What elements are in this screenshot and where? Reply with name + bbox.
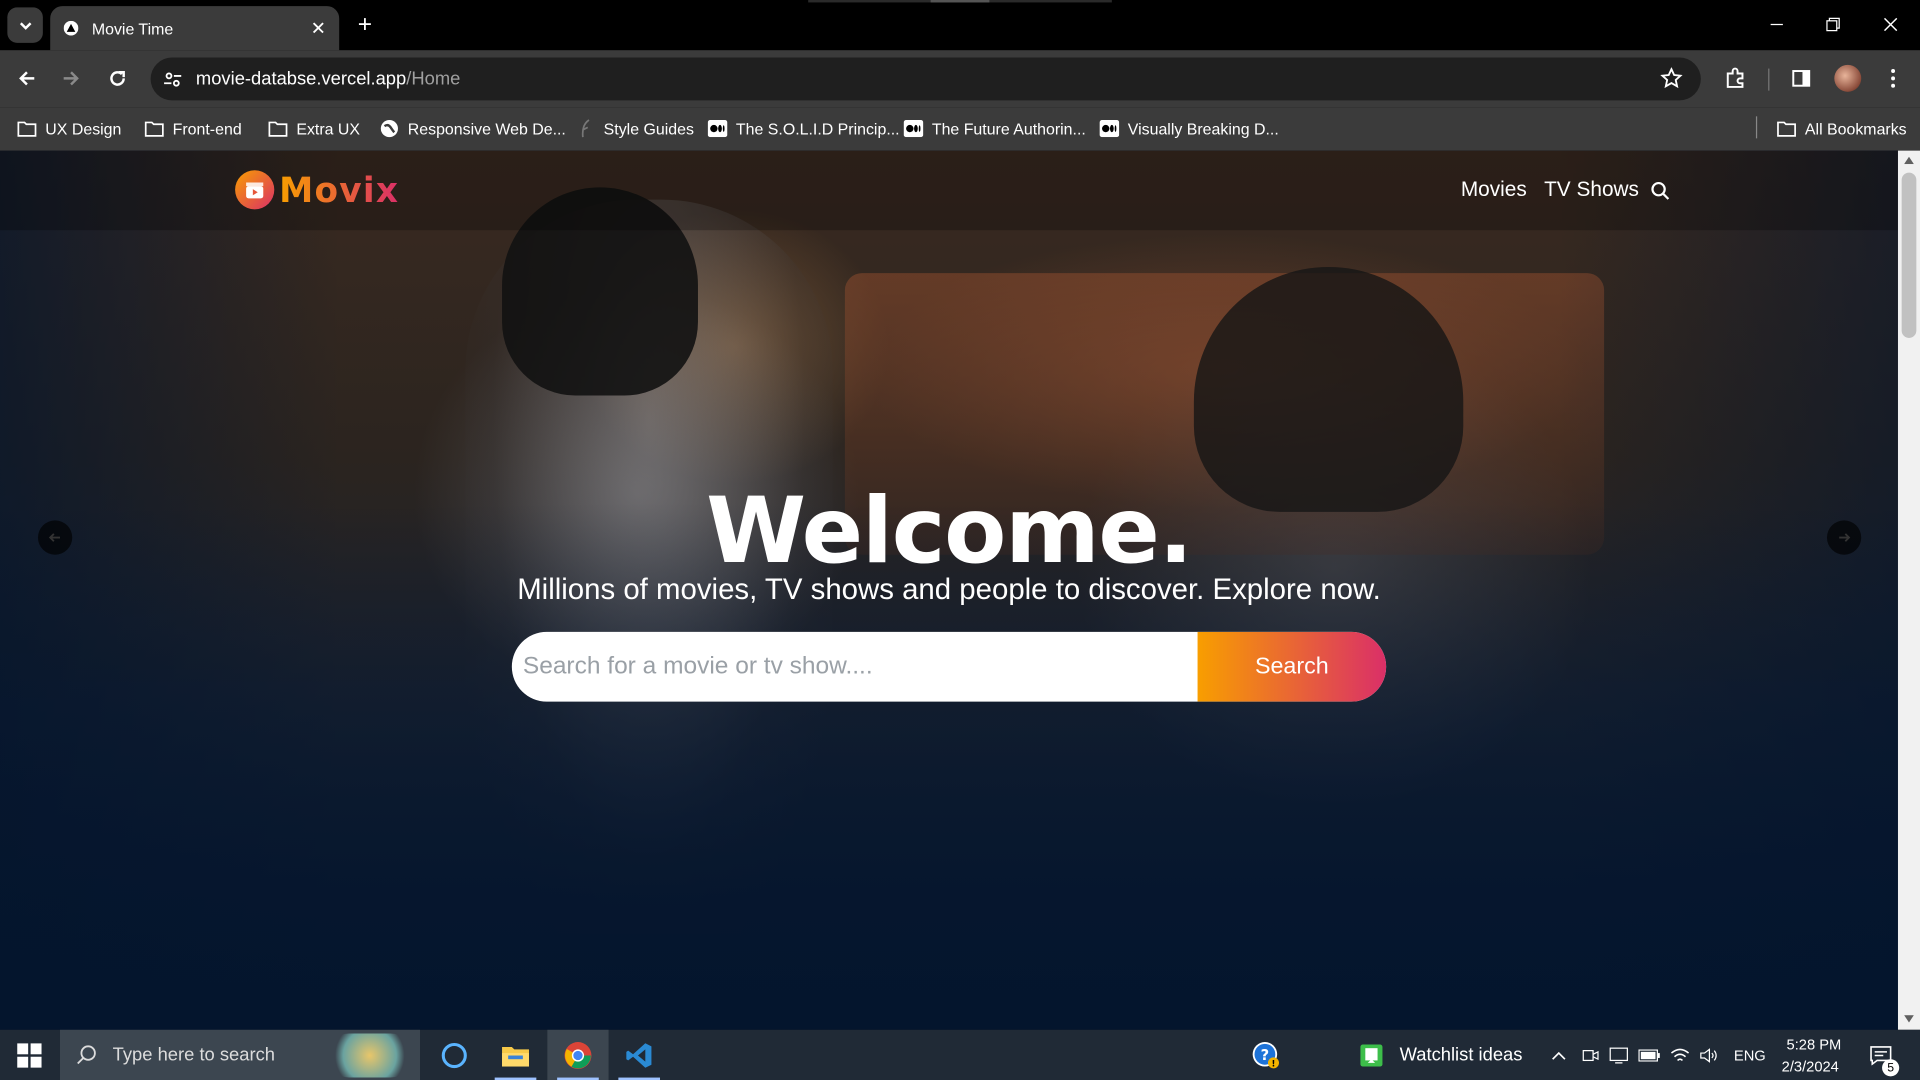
movix-page: Movix Movies TV Shows Welcome. Millions … — [0, 150, 1898, 1030]
clock-time[interactable]: 5:28 PM — [1787, 1036, 1842, 1053]
bookmark-label: Style Guides — [603, 119, 694, 138]
site-header: Movix Movies TV Shows — [0, 150, 1898, 231]
tab-title: Movie Time — [91, 18, 174, 38]
nav-tv-shows[interactable]: TV Shows — [1544, 178, 1639, 202]
watchlist-label: Watchlist ideas — [1399, 1044, 1523, 1066]
bookmark-ux-design[interactable]: UX Design — [17, 115, 121, 142]
meet-camera-icon[interactable] — [1577, 1030, 1604, 1080]
url-path: /Home — [406, 68, 461, 90]
toolbar-divider — [1768, 68, 1770, 91]
search-highlight-art-icon — [326, 1033, 413, 1078]
url-text: movie-databse.vercel.app/Home — [196, 69, 460, 90]
bookmark-label: UX Design — [45, 119, 122, 138]
battery-icon[interactable] — [1635, 1030, 1664, 1080]
bookmark-label: Front-end — [172, 119, 242, 138]
close-tab-icon[interactable]: ✕ — [307, 17, 329, 39]
file-explorer-icon[interactable] — [485, 1030, 546, 1080]
extensions-puzzle-icon[interactable] — [1720, 64, 1749, 93]
clapperboard-logo-icon — [235, 170, 275, 210]
forward-arrow-icon[interactable] — [56, 64, 85, 93]
wifi-icon[interactable] — [1667, 1030, 1694, 1080]
medium-icon — [707, 119, 728, 139]
back-arrow-icon[interactable] — [12, 64, 41, 93]
bookmark-label: Visually Breaking D... — [1127, 119, 1279, 138]
folder-icon — [144, 119, 164, 139]
bookmark-label: Extra UX — [296, 119, 361, 138]
feather-icon — [576, 119, 596, 139]
bookmark-front-end[interactable]: Front-end — [144, 115, 242, 142]
hero-search-bar: Search — [511, 631, 1387, 702]
restore-icon[interactable] — [1818, 10, 1847, 39]
windows-taskbar: Type here to search ?! Watchlist ideas E… — [0, 1029, 1920, 1080]
page-scrollbar[interactable] — [1897, 150, 1920, 1030]
bookmark-future-authoring[interactable]: The Future Authorin... — [903, 115, 1086, 142]
bookmark-label: The S.O.L.I.D Princip... — [735, 119, 900, 138]
address-bar[interactable]: movie-databse.vercel.app/Home — [150, 57, 1701, 101]
globe-icon — [380, 119, 400, 139]
svg-text:!: ! — [1272, 1059, 1276, 1069]
folder-icon — [17, 119, 37, 139]
bookmark-visually-breaking[interactable]: Visually Breaking D... — [1099, 115, 1279, 142]
tray-chevron-up-icon[interactable] — [1545, 1030, 1572, 1080]
new-tab-button[interactable]: + — [350, 10, 379, 39]
bookmarks-divider — [1755, 116, 1758, 139]
minimize-icon[interactable] — [1762, 10, 1791, 39]
vscode-icon[interactable] — [609, 1030, 670, 1080]
chevron-down-icon — [19, 21, 31, 30]
hero-search-button[interactable]: Search — [1197, 631, 1387, 702]
folder-icon — [268, 119, 288, 139]
bookmark-extra-ux[interactable]: Extra UX — [268, 115, 360, 142]
site-settings-icon[interactable] — [160, 67, 184, 91]
hero-search-input[interactable] — [511, 631, 1198, 702]
kebab-menu-icon[interactable] — [1878, 64, 1907, 93]
reload-icon[interactable] — [103, 64, 132, 93]
bookmarks-bar: UX Design Front-end Extra UX Responsive … — [0, 107, 1920, 151]
svg-text:?: ? — [1261, 1046, 1270, 1063]
browser-tab-strip: Movie Time ✕ + — [0, 0, 1920, 51]
url-host: movie-databse.vercel.app — [195, 68, 407, 90]
notification-count-badge: 5 — [1882, 1059, 1900, 1077]
chrome-icon[interactable] — [547, 1029, 609, 1080]
bookmark-star-icon[interactable] — [1659, 66, 1683, 90]
hero-subtitle: Millions of movies, TV shows and people … — [517, 573, 1381, 607]
cortana-icon[interactable] — [424, 1030, 485, 1080]
window-drag-indicator-highlight — [930, 0, 990, 3]
search-icon[interactable] — [1648, 179, 1672, 203]
all-bookmarks-label: All Bookmarks — [1804, 119, 1907, 138]
scroll-up-arrow-icon[interactable] — [1903, 154, 1915, 166]
bookmark-style-guides[interactable]: Style Guides — [576, 115, 694, 142]
language-indicator[interactable]: ENG — [1734, 1047, 1766, 1064]
tab-search-button[interactable] — [7, 7, 43, 43]
bookmark-label: The Future Authorin... — [931, 119, 1086, 138]
bookmark-responsive-web[interactable]: Responsive Web De... — [380, 115, 566, 142]
folder-icon — [1777, 119, 1797, 139]
taskbar-search-placeholder: Type here to search — [112, 1044, 275, 1066]
hero-title: Welcome. — [706, 478, 1193, 585]
browser-tab-active[interactable]: Movie Time ✕ — [50, 6, 340, 51]
triangle-favicon-icon — [62, 20, 79, 37]
watchlist-ideas-app[interactable]: Watchlist ideas — [1359, 1030, 1530, 1080]
search-icon — [77, 1044, 96, 1064]
close-window-icon[interactable] — [1876, 10, 1905, 39]
notes-app-icon — [1360, 1043, 1383, 1066]
help-icon[interactable]: ?! — [1236, 1030, 1297, 1080]
all-bookmarks[interactable]: All Bookmarks — [1777, 115, 1907, 142]
scrollbar-thumb[interactable] — [1901, 172, 1917, 338]
clock-date[interactable]: 2/3/2024 — [1782, 1058, 1839, 1075]
windows-start-icon[interactable] — [17, 1043, 42, 1068]
bookmark-label: Responsive Web De... — [407, 119, 566, 138]
browser-toolbar: movie-databse.vercel.app/Home — [0, 50, 1920, 108]
scroll-down-arrow-icon[interactable] — [1903, 1013, 1915, 1025]
display-settings-icon[interactable] — [1605, 1030, 1632, 1080]
nav-movies[interactable]: Movies — [1461, 178, 1527, 202]
volume-icon[interactable] — [1695, 1030, 1724, 1080]
movix-logo[interactable]: Movix — [235, 169, 399, 211]
profile-avatar[interactable] — [1834, 64, 1862, 92]
bookmark-solid-principles[interactable]: The S.O.L.I.D Princip... — [707, 115, 900, 142]
logo-text: Movix — [279, 169, 400, 211]
medium-icon — [1099, 119, 1120, 139]
taskbar-search-box[interactable]: Type here to search — [60, 1029, 421, 1080]
side-panel-icon[interactable] — [1787, 64, 1816, 93]
medium-icon — [903, 119, 924, 139]
